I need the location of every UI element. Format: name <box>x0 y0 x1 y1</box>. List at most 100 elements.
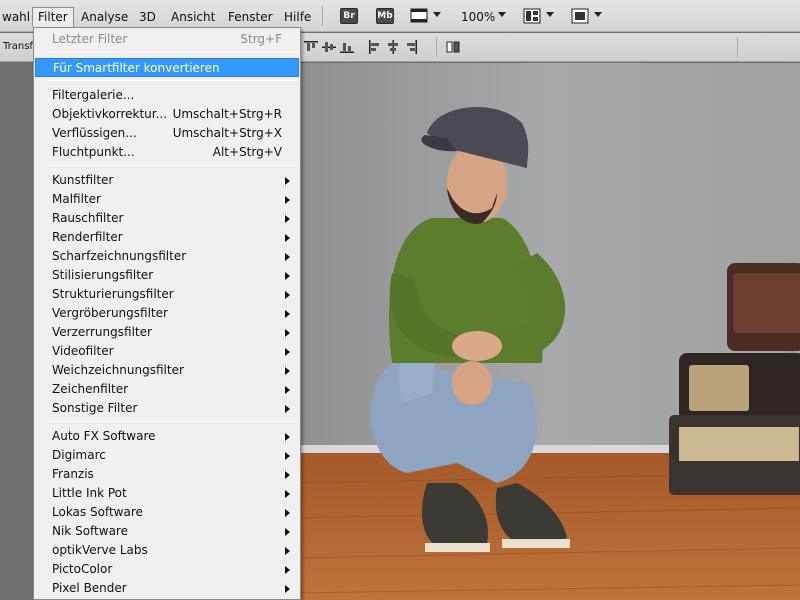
menu-item-weichzeichnungsfilter[interactable]: Weichzeichnungsfilter <box>35 361 299 380</box>
menu-item-label: Malfilter <box>52 192 101 206</box>
menu-fenster[interactable]: Fenster <box>226 8 275 26</box>
menu-item-pixel-bender[interactable]: Pixel Bender <box>35 579 299 598</box>
zoom-dropdown-icon[interactable] <box>498 12 506 17</box>
menu-separator <box>48 421 298 422</box>
menu-item-label: Pixel Bender <box>52 581 127 595</box>
menu-item-stilisierungsfilter[interactable]: Stilisierungsfilter <box>35 266 299 285</box>
menu-item-label: Nik Software <box>52 524 128 538</box>
menu-item-label: Kunstfilter <box>52 173 114 187</box>
submenu-arrow-icon <box>285 291 290 299</box>
submenu-arrow-icon <box>285 528 290 536</box>
submenu-arrow-icon <box>285 234 290 242</box>
menu-item-scharfzeichnungsfilter[interactable]: Scharfzeichnungsfilter <box>35 247 299 266</box>
screen-mode-icon[interactable] <box>571 8 589 27</box>
submenu-arrow-icon <box>285 177 290 185</box>
bridge-button[interactable]: Br <box>340 8 358 24</box>
menu-item-label: Zeichenfilter <box>52 382 129 396</box>
menu-hilfe[interactable]: Hilfe <box>282 8 313 26</box>
align-left-icon[interactable] <box>368 40 382 54</box>
menu-item-label: Objektivkorrektur... <box>52 107 168 121</box>
menu-item-pictocolor[interactable]: PictoColor <box>35 560 299 579</box>
submenu-arrow-icon <box>285 566 290 574</box>
menu-auswahl[interactable]: wahl <box>0 8 32 26</box>
arrange-documents-icon[interactable] <box>523 8 541 27</box>
menu-item-strukturierungsfilter[interactable]: Strukturierungsfilter <box>35 285 299 304</box>
menu-item-für-smartfilter-konvertieren[interactable]: Für Smartfilter konvertieren <box>35 58 299 77</box>
menu-item-nik-software[interactable]: Nik Software <box>35 522 299 541</box>
menu-analyse[interactable]: Analyse <box>79 8 130 26</box>
zoom-level[interactable]: 100% <box>461 8 495 26</box>
menu-item-optikverve-labs[interactable]: optikVerve Labs <box>35 541 299 560</box>
menu-item-malfilter[interactable]: Malfilter <box>35 190 299 209</box>
mini-bridge-button[interactable]: Mb <box>376 8 394 24</box>
align-top-icon[interactable] <box>304 40 318 54</box>
menu-item-shortcut: Umschalt+Strg+X <box>172 126 282 140</box>
menu-item-label: Renderfilter <box>52 230 123 244</box>
menu-item-label: Franzis <box>52 467 94 481</box>
submenu-arrow-icon <box>285 310 290 318</box>
submenu-arrow-icon <box>285 215 290 223</box>
menu-item-lokas-software[interactable]: Lokas Software <box>35 503 299 522</box>
menu-item-label: Auto FX Software <box>52 429 156 443</box>
submenu-arrow-icon <box>285 272 290 280</box>
menu-item-verflüssigen[interactable]: Verflüssigen... Umschalt+Strg+X <box>35 124 299 143</box>
menu-item-franzis[interactable]: Franzis <box>35 465 299 484</box>
menu-item-shortcut: Alt+Strg+V <box>212 145 282 159</box>
submenu-arrow-icon <box>285 509 290 517</box>
menu-item-label: Fluchtpunkt... <box>52 145 135 159</box>
submenu-arrow-icon <box>285 547 290 555</box>
menu-3d[interactable]: 3D <box>137 8 158 26</box>
submenu-arrow-icon <box>285 490 290 498</box>
menu-item-label: Verzerrungsfilter <box>52 325 152 339</box>
menu-item-videofilter[interactable]: Videofilter <box>35 342 299 361</box>
align-vertical-center-icon[interactable] <box>322 40 336 54</box>
menu-item-label: Stilisierungsfilter <box>52 268 154 282</box>
photo-man-sitting <box>297 63 800 600</box>
extras-dropdown-icon[interactable] <box>433 12 441 17</box>
menu-item-renderfilter[interactable]: Renderfilter <box>35 228 299 247</box>
menu-item-objektivkorrektur[interactable]: Objektivkorrektur... Umschalt+Strg+R <box>35 105 299 124</box>
submenu-arrow-icon <box>285 329 290 337</box>
menu-item-shortcut: Strg+F <box>240 32 282 46</box>
menu-item-filtergalerie[interactable]: Filtergalerie... <box>35 86 299 105</box>
menu-item-digimarc[interactable]: Digimarc <box>35 446 299 465</box>
menu-item-rauschfilter[interactable]: Rauschfilter <box>35 209 299 228</box>
options-separator <box>436 37 437 57</box>
menu-item-label: Letzter Filter <box>52 32 128 46</box>
menu-item-label: Rauschfilter <box>52 211 124 225</box>
menu-item-letzter-filter[interactable]: Letzter Filter Strg+F <box>35 30 299 49</box>
arrange-dropdown-icon[interactable] <box>546 12 554 17</box>
submenu-arrow-icon <box>285 585 290 593</box>
align-bottom-icon[interactable] <box>340 40 354 54</box>
menu-filter[interactable]: Filter <box>32 7 74 27</box>
menu-item-label: Vergröberungsfilter <box>52 306 168 320</box>
menu-item-sonstige-filter[interactable]: Sonstige Filter <box>35 399 299 418</box>
menu-item-label: Digimarc <box>52 448 106 462</box>
transform-controls-label: Transf <box>3 41 33 52</box>
menu-item-label: Strukturierungsfilter <box>52 287 174 301</box>
menu-item-label: Sonstige Filter <box>52 401 138 415</box>
menu-separator <box>48 80 298 81</box>
align-buttons <box>304 40 364 54</box>
submenu-arrow-icon <box>285 386 290 394</box>
align-horizontal-center-icon[interactable] <box>386 40 400 54</box>
menu-item-auto-fx-software[interactable]: Auto FX Software <box>35 427 299 446</box>
menu-item-zeichenfilter[interactable]: Zeichenfilter <box>35 380 299 399</box>
menu-item-label: optikVerve Labs <box>52 543 148 557</box>
menu-item-label: Weichzeichnungsfilter <box>52 363 184 377</box>
menu-ansicht[interactable]: Ansicht <box>169 8 217 26</box>
menu-item-fluchtpunkt[interactable]: Fluchtpunkt... Alt+Strg+V <box>35 143 299 162</box>
menu-item-kunstfilter[interactable]: Kunstfilter <box>35 171 299 190</box>
menu-item-little-ink-pot[interactable]: Little Ink Pot <box>35 484 299 503</box>
document-canvas[interactable] <box>297 63 800 600</box>
menu-item-verzerrungsfilter[interactable]: Verzerrungsfilter <box>35 323 299 342</box>
menu-item-label: Für Smartfilter konvertieren <box>53 61 220 75</box>
align-right-icon[interactable] <box>404 40 418 54</box>
menu-item-vergröberungsfilter[interactable]: Vergröberungsfilter <box>35 304 299 323</box>
menu-item-label: Little Ink Pot <box>52 486 127 500</box>
screen-mode-dropdown-icon[interactable] <box>594 12 602 17</box>
extras-icon[interactable] <box>410 8 430 27</box>
menu-item-shortcut: Umschalt+Strg+R <box>172 107 282 121</box>
auto-align-icon[interactable] <box>446 40 460 54</box>
submenu-arrow-icon <box>285 348 290 356</box>
